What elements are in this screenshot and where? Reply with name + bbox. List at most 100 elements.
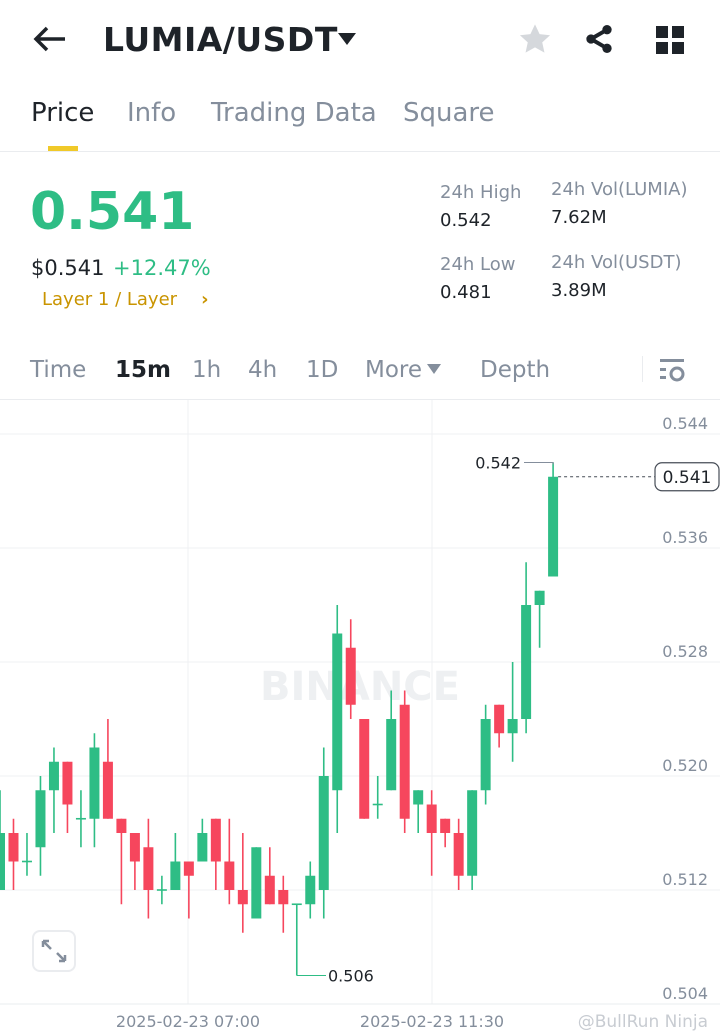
stat-high-value: 0.542 [440,210,492,231]
share-icon[interactable] [583,23,615,55]
timeframe-4h[interactable]: 4h [248,357,277,383]
usd-price: $0.541 [31,256,105,280]
candle [426,790,437,876]
candle [75,790,86,848]
grid-menu-icon[interactable] [655,25,685,55]
candle [237,833,248,933]
low-marker-label: 0.506 [328,967,374,986]
chevron-right-icon: › [201,289,209,310]
candle [21,833,32,876]
candle [156,875,167,905]
candle-body [224,861,235,890]
candle [35,776,46,876]
tab-trading-data[interactable]: Trading Data [211,98,377,128]
tab-info[interactable]: Info [127,98,176,128]
last-price-tag-label: 0.541 [663,468,712,488]
price-change-percent: +12.47% [113,256,211,280]
pair-title[interactable]: LUMIA/USDT [103,20,338,59]
candle-body [413,790,424,805]
candle-body [8,833,19,862]
candle-body [116,818,127,833]
divider [642,356,643,382]
caret-down-icon[interactable] [337,32,357,46]
candle-body [21,860,32,863]
candle [399,690,410,833]
candle [129,833,140,890]
candle-body [467,790,478,876]
tab-square[interactable]: Square [403,98,495,128]
candle-body [318,776,329,890]
category-link[interactable]: Layer 1 / Layer › [42,289,208,310]
timeframe-time[interactable]: Time [30,357,86,383]
candle [278,875,289,933]
stat-low-value: 0.481 [440,282,492,303]
candlestick-chart[interactable]: BINANCE 0.544 0.536 0.528 0.520 0.512 0.504 0.… [0,400,720,1036]
timeframe-more[interactable]: More [365,357,422,383]
candle [345,619,356,719]
candle-body [0,833,5,890]
candle-body [332,633,343,791]
star-icon[interactable] [518,23,552,55]
fullscreen-button[interactable] [32,930,76,972]
category-label: Layer 1 / Layer [42,289,178,310]
timeframe-1d[interactable]: 1D [306,357,338,383]
stat-low-label: 24h Low [440,254,516,275]
stat-high-label: 24h High [440,182,522,203]
candle [8,818,19,890]
candle-body [143,847,154,890]
candle-body [102,761,113,819]
stat-vol-quote-label: 24h Vol(USDT) [551,252,682,273]
candle [372,776,383,819]
candle-body [480,719,491,791]
candle-body [197,833,208,862]
candle-body [75,817,86,820]
y-tick-label: 0.544 [662,414,708,433]
candle [359,719,370,819]
tab-price[interactable]: Price [31,98,94,128]
last-price: 0.541 [30,182,195,242]
candle [210,818,221,890]
timeframe-1h[interactable]: 1h [192,357,221,383]
candle [453,818,464,890]
candle [291,903,302,976]
candle-body [426,804,437,833]
candle [413,790,424,833]
back-arrow-icon[interactable] [33,26,67,52]
y-tick-label: 0.504 [662,984,708,1003]
candle-body [291,903,302,906]
candle-body [129,833,140,862]
candle [264,847,275,905]
candle-body [372,803,383,806]
candle [62,761,73,833]
candle [170,833,181,890]
candle-body [548,476,559,577]
candle-body [183,861,194,876]
candle-body [521,605,532,719]
timeframe-depth[interactable]: Depth [480,357,550,383]
candle [143,818,154,919]
candle-body [156,889,167,891]
candle-body [359,719,370,819]
y-tick-label: 0.536 [662,528,708,547]
chart-settings-icon[interactable] [658,357,686,383]
high-marker-line [524,462,554,465]
candle-body [48,761,59,791]
y-tick-label: 0.520 [662,756,708,775]
stat-vol-base-label: 24h Vol(LUMIA) [551,179,688,200]
candle-body [35,790,46,848]
candle [89,733,100,848]
candle-body [494,704,505,734]
y-tick-label: 0.512 [662,870,708,889]
candle-body [386,719,397,791]
candle [480,704,491,805]
candle-body [210,818,221,862]
divider [0,151,720,152]
more-caret-icon [427,364,441,374]
timeframe-15m[interactable]: 15m [115,357,171,383]
candle [48,747,59,833]
candle [494,704,505,748]
stat-vol-quote-value: 3.89M [551,280,607,301]
candle [440,818,451,848]
stat-vol-base-value: 7.62M [551,207,607,228]
candle-body [399,704,410,819]
